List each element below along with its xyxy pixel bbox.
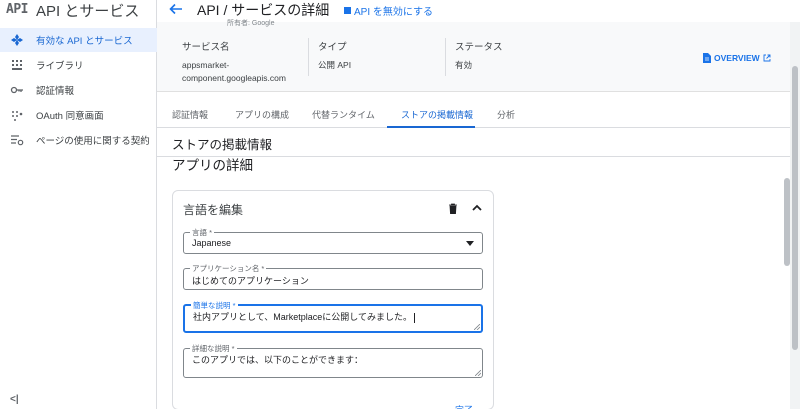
tab-analytics[interactable]: 分析 <box>497 108 515 121</box>
service-name-value-line1: appsmarket- <box>182 60 230 70</box>
oauth-dots-icon <box>12 111 23 121</box>
done-button[interactable]: 完了 <box>455 403 473 409</box>
page-scrollbar-thumb[interactable] <box>792 66 798 350</box>
key-icon <box>10 86 23 94</box>
sidebar-item-enabled-apis[interactable]: 有効な API とサービス <box>0 28 157 52</box>
api-logo: API <box>6 2 28 17</box>
tab-credentials[interactable]: 認証情報 <box>172 108 208 121</box>
status-column: ステータス 有効 <box>455 39 503 72</box>
card-title: 言語を編集 <box>183 203 244 217</box>
type-key: タイプ <box>318 42 347 53</box>
collapse-sidebar-icon[interactable]: <| <box>10 394 19 405</box>
owner-text: 所有者: Google <box>227 20 275 27</box>
sidebar-item-label: 有効な API とサービス <box>36 36 133 47</box>
sidebar-item-credentials[interactable]: 認証情報 <box>0 78 157 102</box>
tab-store-listing[interactable]: ストアの掲載情報 <box>401 108 473 121</box>
long-description-field[interactable]: 詳細な説明 * このアプリでは、以下のことができます： <box>183 343 483 378</box>
section-title: ストアの掲載情報 <box>172 138 273 152</box>
short-description-text: 社内アプリとして、Marketplaceに公開してみました。 <box>193 312 413 322</box>
resize-handle-icon[interactable] <box>475 370 481 376</box>
app-name-label: アプリケーション名 * <box>190 263 267 274</box>
app-name-value: はじめてのアプリケーション <box>192 276 309 286</box>
sidebar-item-page-usage-agreements[interactable]: ページの使用に関する契約 <box>0 128 157 152</box>
chevron-up-icon[interactable] <box>471 203 483 213</box>
disable-api-label: API を無効にする <box>354 7 433 18</box>
sidebar-item-library[interactable]: ライブラリ <box>0 53 157 77</box>
resize-handle-icon[interactable] <box>474 324 480 330</box>
settings-list-icon <box>11 135 24 146</box>
service-name-key: サービス名 <box>182 42 230 53</box>
text-cursor <box>414 312 416 323</box>
tab-alternative-runtime[interactable]: 代替ランタイム <box>312 108 375 121</box>
delete-icon[interactable] <box>448 203 458 214</box>
page-title: API / サービスの詳細 <box>197 2 330 18</box>
tab-bar: 認証情報 アプリの構成 代替ランタイム ストアの掲載情報 分析 <box>157 104 790 128</box>
language-select[interactable]: 言語 * Japanese <box>183 227 483 254</box>
status-value: 有効 <box>455 60 473 70</box>
sidebar-item-oauth[interactable]: OAuth 同意画面 <box>0 103 157 127</box>
dropdown-arrow-icon <box>466 241 474 246</box>
column-divider <box>308 38 309 76</box>
sidebar-title: API とサービス <box>36 3 140 20</box>
sidebar-header: API API とサービス <box>0 0 157 22</box>
app-details-heading: アプリの詳細 <box>172 158 253 173</box>
tab-app-configuration[interactable]: アプリの構成 <box>235 108 289 121</box>
sidebar: API API とサービス 有効な API とサービス ライブラリ 認証情報 O… <box>0 0 157 409</box>
overview-link[interactable]: OVERVIEW <box>703 53 771 63</box>
overview-label: OVERVIEW <box>714 53 760 63</box>
active-tab-indicator <box>387 126 475 128</box>
short-description-value: 社内アプリとして、Marketplaceに公開してみました。 <box>193 310 416 323</box>
api-diamond-icon <box>11 34 23 46</box>
sidebar-item-label: OAuth 同意画面 <box>36 111 104 122</box>
type-column: タイプ 公開 API <box>318 39 351 72</box>
status-key: ステータス <box>455 42 503 53</box>
content-scrollbar-thumb[interactable] <box>784 178 790 266</box>
type-value: 公開 API <box>318 60 352 70</box>
document-icon <box>703 53 711 63</box>
sidebar-item-label: ライブラリ <box>36 61 84 72</box>
short-description-field[interactable]: 簡単な説明 * 社内アプリとして、Marketplaceに公開してみました。 <box>183 300 483 333</box>
language-value: Japanese <box>192 238 232 248</box>
service-info-panel: 所有者: Google サービス名 appsmarket- component.… <box>157 20 790 92</box>
sidebar-item-label: 認証情報 <box>36 86 75 97</box>
back-arrow-icon[interactable] <box>169 2 183 16</box>
edit-language-card: 言語を編集 言語 * Japanese アプリケーション名 * はじめてのアプリ… <box>172 190 494 409</box>
language-label: 言語 * <box>190 227 215 238</box>
service-name-column: サービス名 appsmarket- component.googleapis.c… <box>182 39 286 85</box>
column-divider <box>445 38 446 76</box>
disable-api-button[interactable]: API を無効にする <box>344 3 433 18</box>
service-name-value-line2: component.googleapis.com <box>182 73 286 83</box>
stop-square-icon <box>344 7 351 14</box>
long-description-value: このアプリでは、以下のことができます： <box>192 355 364 365</box>
library-grid-icon <box>12 60 22 70</box>
sidebar-item-label: ページの使用に関する契約 <box>36 136 150 147</box>
open-external-icon <box>763 54 771 62</box>
app-name-field[interactable]: アプリケーション名 * はじめてのアプリケーション <box>183 263 483 290</box>
